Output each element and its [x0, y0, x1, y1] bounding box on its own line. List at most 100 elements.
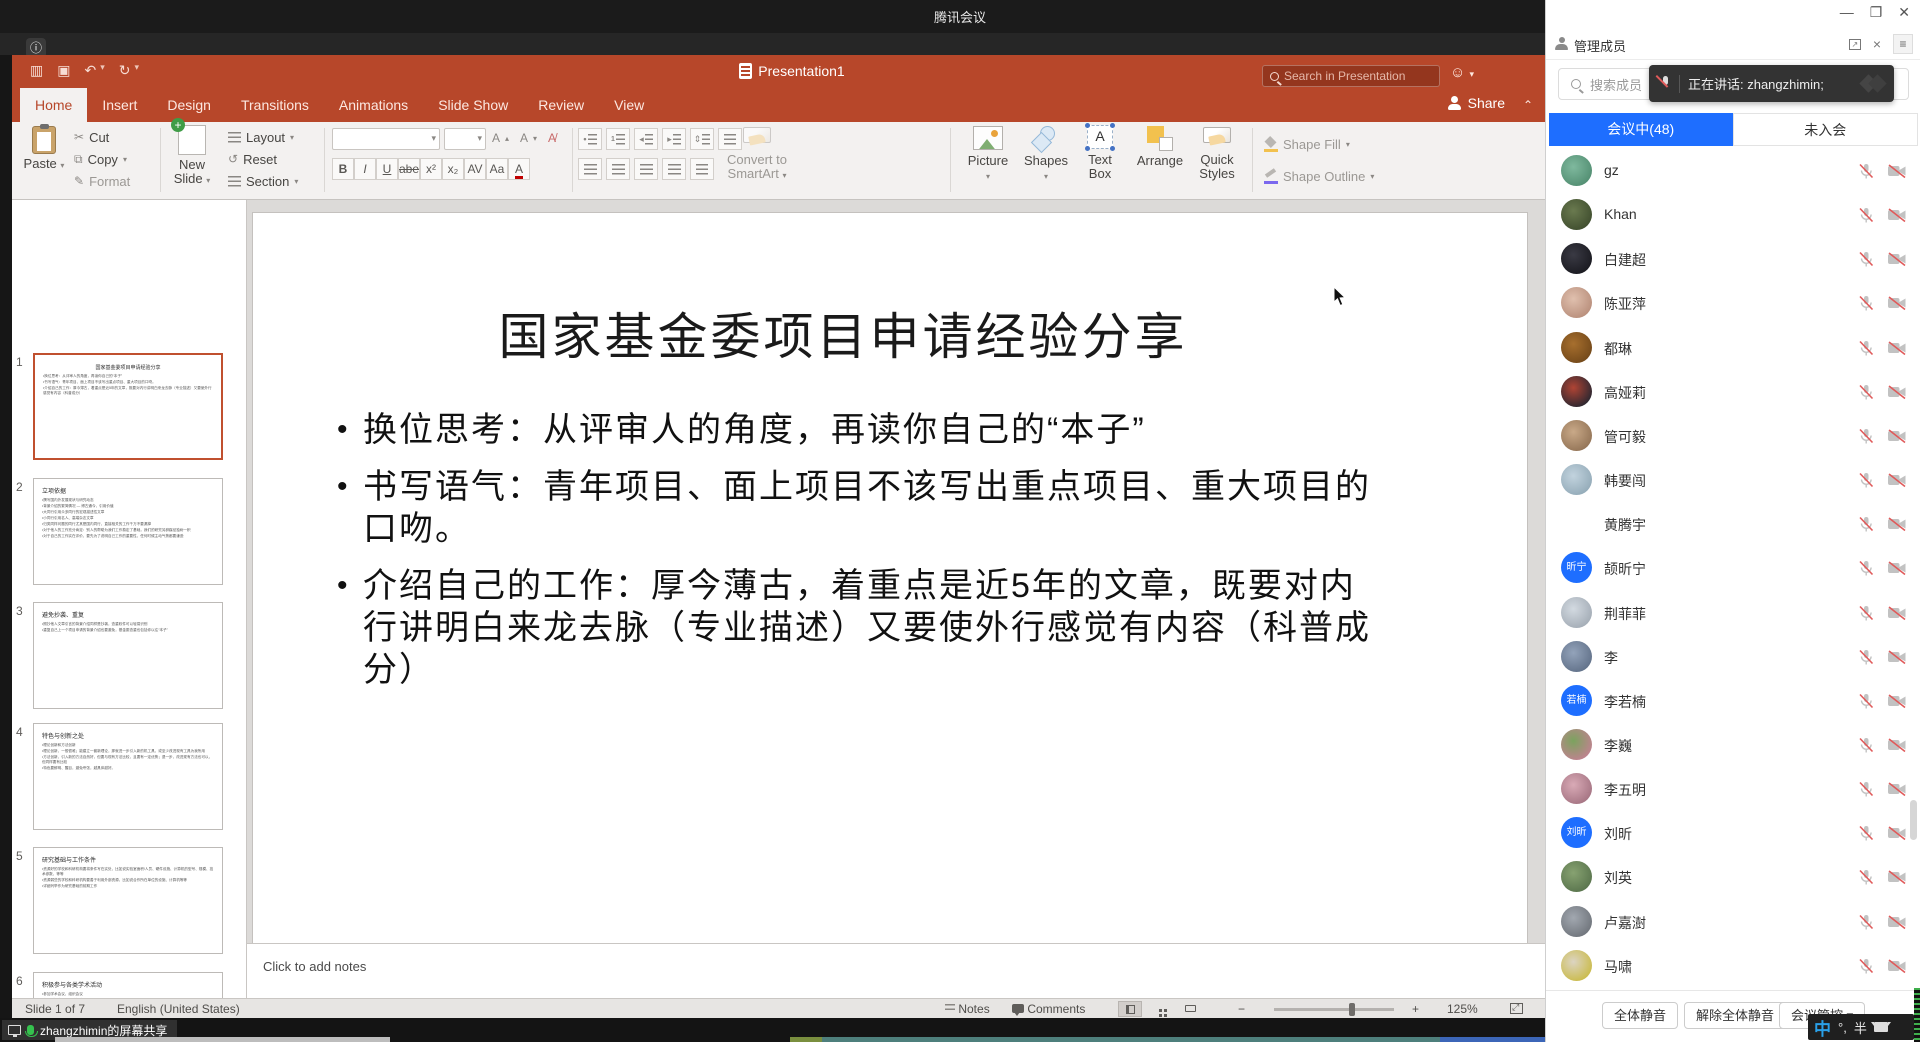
muted-camera-icon[interactable]	[1887, 604, 1907, 622]
participant-row[interactable]: 韩要闯	[1546, 458, 1920, 502]
slide-thumbnail-4[interactable]: 特色与创新之处•理论创新和方法创新•理论创新，一般很难；能建立一套新理论，那就进…	[33, 723, 223, 830]
tab-transitions[interactable]: Transitions	[226, 88, 324, 122]
muted-mic-icon[interactable]	[1857, 868, 1875, 886]
subscript-button[interactable]: x₂	[442, 158, 464, 180]
font-name-select[interactable]	[332, 128, 440, 150]
maximize-icon[interactable]: ❐	[1870, 4, 1883, 21]
feedback-smiley-icon[interactable]: ☺ ▾	[1450, 64, 1474, 81]
tab-animations[interactable]: Animations	[324, 88, 423, 122]
participant-row[interactable]: 管可毅	[1546, 414, 1920, 458]
muted-mic-icon[interactable]	[1857, 824, 1875, 842]
panel-close-icon[interactable]: ×	[1873, 36, 1881, 52]
bullets-button[interactable]: •	[578, 128, 602, 150]
slide-thumbnail-6[interactable]: 积极参与各类学术活动•参加学术会议、组织会议•自己做报告、请人做报告•学术交流合…	[33, 972, 223, 998]
ime-skin-icon[interactable]	[1874, 1022, 1888, 1032]
muted-mic-icon[interactable]	[1857, 162, 1875, 180]
underline-button[interactable]: U	[376, 158, 398, 180]
language-status[interactable]: English (United States)	[117, 1002, 240, 1016]
muted-mic-icon[interactable]	[1857, 515, 1875, 533]
muted-camera-icon[interactable]	[1887, 692, 1907, 710]
muted-camera-icon[interactable]	[1887, 162, 1907, 180]
zoom-in-button[interactable]: +	[1412, 1002, 1419, 1016]
participant-row[interactable]: Khan	[1546, 193, 1920, 237]
tab-design[interactable]: Design	[152, 88, 226, 122]
participant-row[interactable]: 刘昕刘昕	[1546, 811, 1920, 855]
copy-button[interactable]: ⧉ Copy ▾	[74, 151, 127, 167]
grow-font-button[interactable]: A▴	[492, 130, 509, 146]
increase-indent-button[interactable]: ▸	[662, 128, 686, 150]
fit-to-window-button[interactable]	[1510, 1003, 1523, 1017]
slide-canvas[interactable]: 国家基金委项目申请经验分享 换位思考：从评审人的角度，再读你自己的“本子”书写语…	[253, 213, 1527, 943]
ribbon-collapse-icon[interactable]: ⌃	[1523, 98, 1533, 112]
picture-button[interactable]: Picture ▾	[964, 126, 1012, 184]
slide-sorter-view-button[interactable]	[1148, 1001, 1172, 1017]
muted-mic-icon[interactable]	[1857, 692, 1875, 710]
slide-thumbnail-2[interactable]: 立项依据•撰写国内外发展现状与研究动态•背景介绍的繁简情况 — 博古通今，引用价…	[33, 478, 223, 585]
tab-review[interactable]: Review	[523, 88, 599, 122]
shape-fill-button[interactable]: Shape Fill ▾	[1264, 136, 1350, 152]
new-slide-button[interactable]: New Slide ▾	[166, 125, 218, 188]
zoom-level[interactable]: 125%	[1447, 1002, 1478, 1016]
muted-mic-icon[interactable]	[1857, 780, 1875, 798]
redo-icon[interactable]: ↻	[119, 62, 131, 79]
muted-mic-icon[interactable]	[1857, 471, 1875, 489]
undo-caret-icon[interactable]: ▾	[100, 62, 105, 79]
comments-toggle[interactable]: Comments	[1012, 1002, 1085, 1016]
convert-smartart-button[interactable]: Convert to SmartArt ▾	[712, 125, 802, 183]
muted-camera-icon[interactable]	[1887, 824, 1907, 842]
muted-camera-icon[interactable]	[1887, 206, 1907, 224]
presentation-search-input[interactable]: Search in Presentation	[1262, 65, 1440, 87]
sidebar-toggle-icon[interactable]: ▥	[30, 62, 43, 79]
arrange-button[interactable]: Arrange	[1134, 126, 1186, 168]
muted-camera-icon[interactable]	[1887, 736, 1907, 754]
ime-width-icon[interactable]: 半	[1854, 1018, 1867, 1037]
unmute-all-button[interactable]: 解除全体静音	[1684, 1002, 1786, 1029]
participant-row[interactable]: 陈亚萍	[1546, 281, 1920, 325]
muted-mic-icon[interactable]	[1857, 206, 1875, 224]
slide-thumbnail-3[interactable]: 避免抄袭、重复•照抄他人文章引言的背景介绍同样是抄袭，查重软件可以轻易识别•重复…	[33, 602, 223, 709]
slide-thumbnail-5[interactable]: 研究基础与工作条件•资源好的学校和科研机构要将条件写在实处，比如说实验室面积/人…	[33, 847, 223, 954]
quick-styles-button[interactable]: Quick Styles	[1194, 125, 1240, 181]
ime-lang-icon[interactable]: 中	[1814, 1015, 1831, 1040]
muted-mic-icon[interactable]	[1857, 339, 1875, 357]
normal-view-button[interactable]	[1118, 1001, 1142, 1017]
cut-button[interactable]: ✂ Cut	[74, 129, 109, 145]
justify-button[interactable]	[662, 158, 686, 180]
char-spacing-button[interactable]: AV	[464, 158, 486, 180]
muted-camera-icon[interactable]	[1887, 427, 1907, 445]
participant-row[interactable]: 李	[1546, 635, 1920, 679]
bold-button[interactable]: B	[332, 158, 354, 180]
muted-camera-icon[interactable]	[1887, 471, 1907, 489]
align-center-button[interactable]	[606, 158, 630, 180]
muted-mic-icon[interactable]	[1857, 294, 1875, 312]
participant-scrollbar[interactable]	[1910, 800, 1917, 840]
participant-row[interactable]: 李巍	[1546, 723, 1920, 767]
numbering-button[interactable]: 1	[606, 128, 630, 150]
muted-mic-icon[interactable]	[1857, 427, 1875, 445]
close-icon[interactable]: ✕	[1898, 4, 1910, 21]
zoom-slider-handle[interactable]	[1349, 1003, 1355, 1016]
font-size-select[interactable]	[444, 128, 486, 150]
panel-menu-icon[interactable]: ≡	[1893, 34, 1913, 54]
participant-row[interactable]: gz	[1546, 149, 1920, 193]
muted-mic-icon[interactable]	[1857, 648, 1875, 666]
undo-icon[interactable]: ↶	[84, 62, 96, 79]
popout-icon[interactable]: ↗	[1849, 39, 1861, 50]
muted-mic-icon[interactable]	[1857, 383, 1875, 401]
slide-title[interactable]: 国家基金委项目申请经验分享	[253, 297, 1433, 369]
muted-mic-icon[interactable]	[1857, 957, 1875, 975]
participant-row[interactable]: 高娅莉	[1546, 370, 1920, 414]
reset-button[interactable]: ↺ Reset	[228, 151, 277, 167]
layout-button[interactable]: Layout ▾	[228, 129, 294, 145]
text-box-button[interactable]: A Text Box	[1078, 125, 1122, 181]
panel-tab-not-joined[interactable]: 未入会	[1733, 113, 1919, 146]
notes-toggle[interactable]: Notes	[945, 1002, 990, 1016]
muted-mic-icon[interactable]	[1857, 736, 1875, 754]
tab-home[interactable]: Home	[20, 88, 87, 122]
mute-all-button[interactable]: 全体静音	[1602, 1002, 1678, 1029]
muted-camera-icon[interactable]	[1887, 780, 1907, 798]
muted-camera-icon[interactable]	[1887, 913, 1907, 931]
italic-button[interactable]: I	[354, 158, 376, 180]
muted-camera-icon[interactable]	[1887, 515, 1907, 533]
panel-tab-in-meeting[interactable]: 会议中(48)	[1549, 113, 1733, 146]
